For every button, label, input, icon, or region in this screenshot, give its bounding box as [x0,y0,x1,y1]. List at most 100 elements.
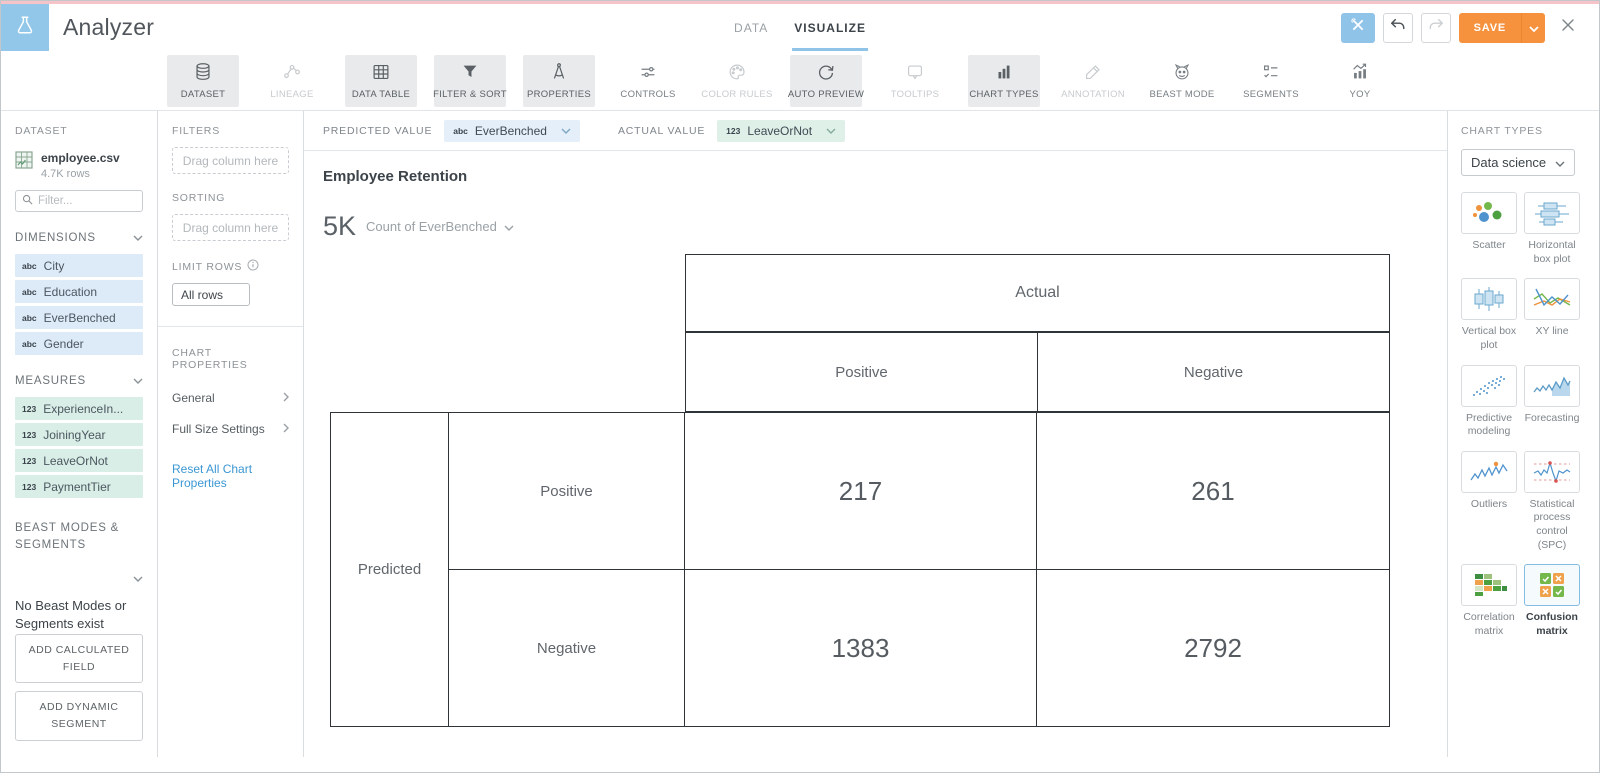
measure-chip-label: LeaveOrNot [43,453,108,468]
footer-space [1,757,1599,772]
chevron-down-icon[interactable] [133,232,143,244]
page-title: Analyzer [63,14,155,40]
measure-chip-leaveornot[interactable]: 123 LeaveOrNot [15,449,143,472]
dimension-chip-education[interactable]: abc Education [15,280,143,303]
chart-type-vertical-box-plot[interactable]: Vertical box plot [1461,278,1517,352]
toolbar-filter-sort-label: FILTER & SORT [433,89,507,100]
measure-chip-paymenttier[interactable]: 123 PaymentTier [15,475,143,498]
toolbar-properties-label: PROPERTIES [526,89,592,100]
xy-line-icon [1524,278,1580,321]
filters-drop-zone[interactable]: Drag column here [172,147,289,174]
chart-type-scatter[interactable]: Scatter [1461,192,1517,266]
chevron-down-icon [1555,155,1565,170]
redo-icon [1427,17,1445,38]
chart-type-label: Statistical process control (SPC) [1529,497,1575,551]
info-icon[interactable] [247,259,259,274]
measure-chip-joiningyear[interactable]: 123 JoiningYear [15,423,143,446]
reset-chart-properties-link[interactable]: Reset All Chart Properties [172,462,289,490]
undo-button[interactable] [1382,12,1413,43]
dimensions-header: DIMENSIONS [15,232,96,244]
toolbar-auto-preview[interactable]: AUTO PREVIEW [788,54,864,107]
limit-rows-header: LIMIT ROWS [172,260,243,273]
actual-value-dropdown[interactable]: 123 LeaveOrNot [717,119,846,142]
chart-types-header: CHART TYPES [1461,125,1543,137]
dimension-chip-everbenched[interactable]: abc EverBenched [15,306,143,329]
chevron-down-icon [1528,19,1539,37]
forecasting-icon [1524,364,1580,407]
abc-type-icon: abc [22,338,37,349]
measures-header-row: MEASURES [15,375,143,387]
toolbar-data-table[interactable]: DATA TABLE [345,54,417,107]
redo-button[interactable] [1420,12,1451,43]
toolbar-color-rules: COLOR RULES [701,55,773,107]
predicted-value-dropdown[interactable]: abc EverBenched [444,119,580,142]
close-button[interactable] [1553,12,1583,43]
chart-properties-header: CHART PROPERTIES [172,347,248,371]
chart-type-spc[interactable]: Statistical process control (SPC) [1524,450,1580,553]
chart-type-xy-line[interactable]: XY line [1524,278,1580,352]
dataset-header: DATASET [15,125,68,137]
measure-chip-experience[interactable]: 123 ExperienceIn... [15,397,143,420]
dimension-chip-gender[interactable]: abc Gender [15,332,143,355]
bar-chart-icon [993,61,1015,83]
dimension-chip-city[interactable]: abc City [15,254,143,277]
chart-category-select[interactable]: Data science [1461,149,1575,176]
analyzer-window: Analyzer DATA VISUALIZE SAVE DATASET LIN… [0,0,1600,773]
save-button[interactable]: SAVE [1458,12,1521,43]
add-dynamic-segment-button[interactable]: ADD DYNAMIC SEGMENT [15,691,143,741]
filter-icon [459,61,481,83]
toolbar-yoy[interactable]: YOY [1324,55,1396,107]
chart-canvas: PREDICTED VALUE abc EverBenched ACTUAL V… [304,111,1447,757]
tab-visualize[interactable]: VISUALIZE [792,4,868,51]
dimension-chip-label: Gender [43,336,84,351]
toolbar-controls[interactable]: CONTROLS [612,55,684,107]
save-options-button[interactable] [1521,12,1545,43]
chart-property-label: General [172,391,215,405]
chart-type-label: Horizontal box plot [1528,239,1576,265]
chevron-down-icon [504,219,514,234]
toolbar-data-table-label: DATA TABLE [351,89,411,100]
crossed-tools-icon [1349,16,1367,39]
dataset-file-name: employee.csv [41,151,120,165]
dataset-file-meta: employee.csv 4.7K rows [41,151,120,180]
toolbar-segments[interactable]: SEGMENTS [1235,55,1307,107]
chart-type-correlation-matrix[interactable]: Correlation matrix [1461,564,1517,638]
chart-type-label: Predictive modeling [1465,411,1513,438]
chart-type-predictive-modeling[interactable]: Predictive modeling [1461,364,1517,439]
limit-rows-input[interactable]: All rows [172,283,250,306]
tab-data[interactable]: DATA [734,4,768,51]
actual-value-label: ACTUAL VALUE [617,124,706,137]
chart-type-label: Scatter [1472,239,1506,251]
summary-measure-dropdown[interactable]: Count of EverBenched [366,219,514,234]
dataset-panel-actions: ADD CALCULATED FIELD ADD DYNAMIC SEGMENT [15,626,143,741]
predicted-value-field: EverBenched [474,123,547,138]
dataset-file-row[interactable]: employee.csv 4.7K rows [15,151,143,180]
app-logo[interactable] [1,4,49,51]
chart-property-full-size[interactable]: Full Size Settings [172,422,289,436]
toolbar-chart-types[interactable]: CHART TYPES [968,54,1040,107]
sorting-drop-zone[interactable]: Drag column here [172,214,289,241]
beast-modes-collapse[interactable] [15,569,143,587]
toolbar-dataset[interactable]: DATASET [167,54,239,107]
chevron-down-icon [133,569,143,587]
toolbar-chart-types-label: CHART TYPES [969,89,1039,100]
beast-face-icon [1171,61,1193,83]
quick-tools-button[interactable] [1340,12,1375,43]
mode-tabs: DATA VISUALIZE [734,4,868,51]
chart-type-outliers[interactable]: Outliers [1461,450,1517,553]
filter-input[interactable] [38,195,128,207]
matrix-col-header-positive: Positive [686,333,1038,411]
chart-type-horizontal-box-plot[interactable]: Horizontal box plot [1524,192,1580,266]
abc-type-icon: abc [453,125,468,136]
chart-property-general[interactable]: General [172,391,289,405]
chart-type-confusion-matrix[interactable]: Confusion matrix [1524,564,1580,638]
chart-type-forecasting[interactable]: Forecasting [1524,364,1580,439]
add-calculated-field-button[interactable]: ADD CALCULATED FIELD [15,633,143,684]
chevron-down-icon[interactable] [133,375,143,387]
checklist-icon [1260,61,1282,83]
predicted-value-label: PREDICTED VALUE [323,124,433,137]
compass-icon [548,61,570,83]
toolbar-properties[interactable]: PROPERTIES [523,54,595,107]
toolbar-filter-sort[interactable]: FILTER & SORT [433,54,507,107]
toolbar-beast-mode[interactable]: BEAST MODE [1146,55,1218,107]
